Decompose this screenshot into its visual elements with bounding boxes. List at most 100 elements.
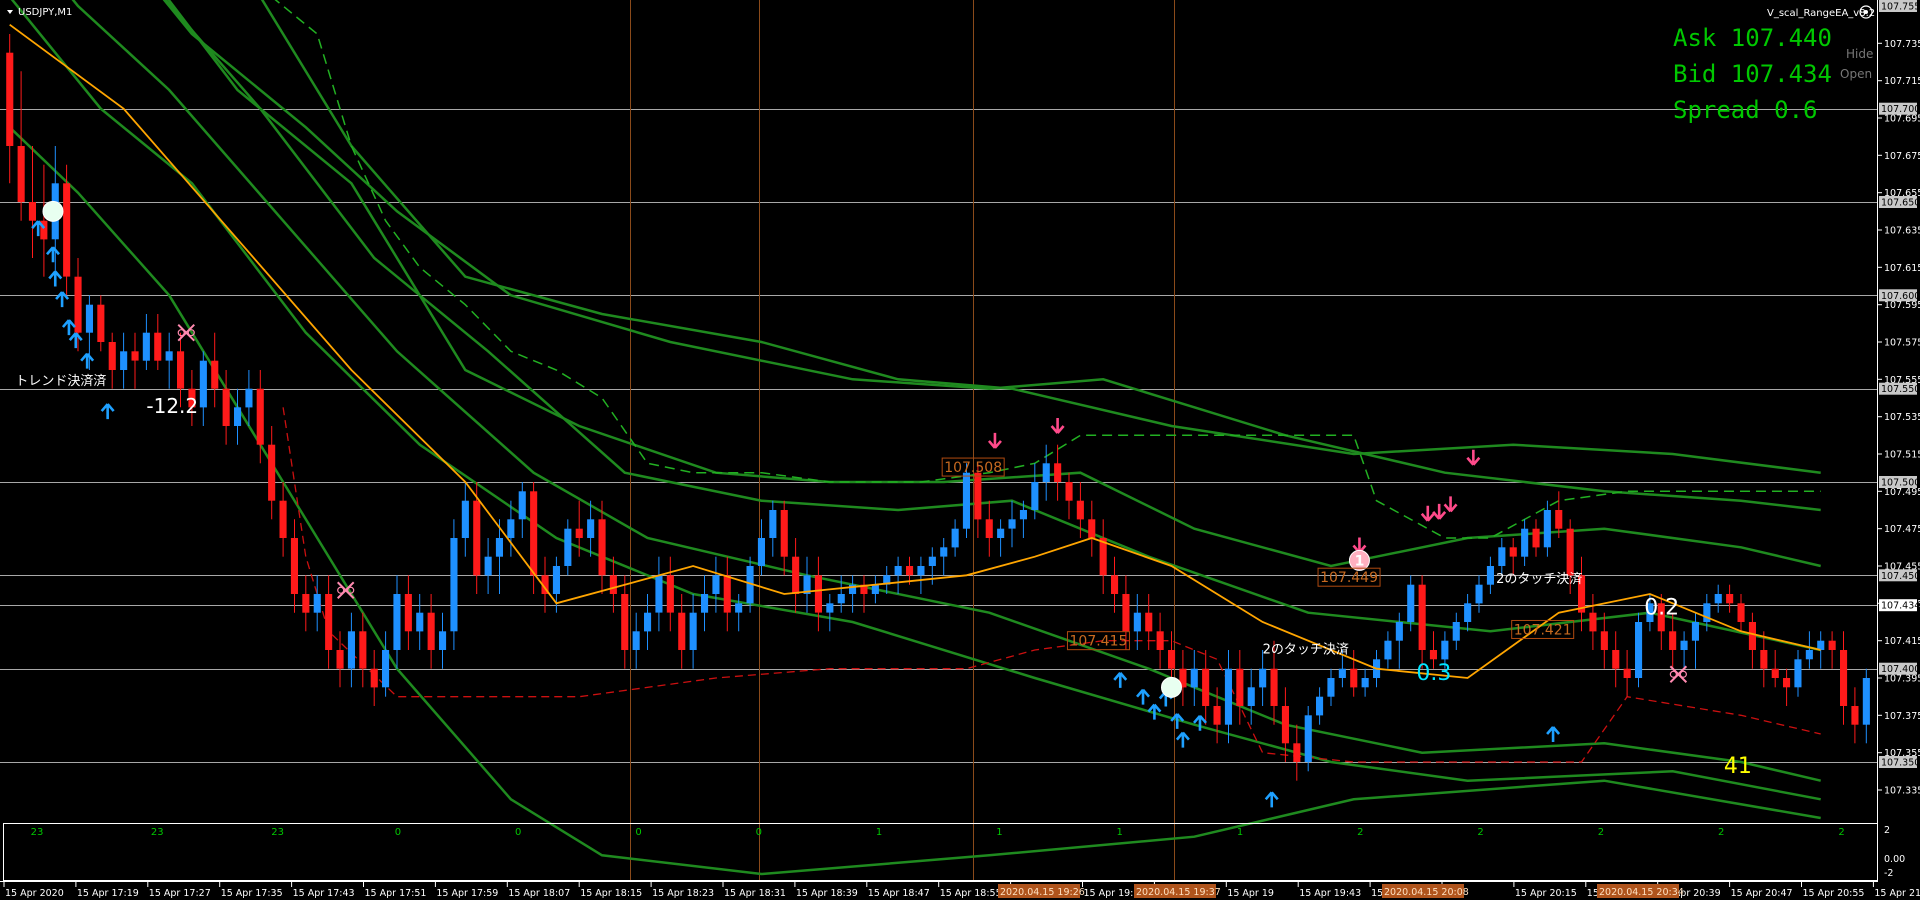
price-badge-label: 107.500: [1881, 478, 1920, 489]
sub-indicator-value: 1: [1237, 827, 1243, 838]
time-tick-label: 15 Apr 17:59: [436, 888, 498, 899]
price-badge-label: 107.434: [1881, 601, 1920, 612]
candle-body: [1213, 706, 1221, 725]
candle-body: [1498, 547, 1506, 566]
candle-body: [63, 183, 71, 277]
trade-number-icon: [42, 200, 64, 222]
candle-body: [997, 528, 1005, 538]
candle-body: [1794, 659, 1802, 688]
candle-body: [1486, 566, 1494, 585]
candle-body: [1076, 500, 1084, 520]
price-tick-label: 107.515: [1884, 450, 1920, 461]
bid-quote: Bid 107.434: [1673, 60, 1832, 88]
candle-body: [256, 388, 264, 445]
sub-indicator-value: 2: [1838, 827, 1844, 838]
candle-body: [427, 612, 435, 650]
open-tab[interactable]: Open: [1840, 67, 1872, 81]
price-level-badge: 107.755: [1879, 0, 1920, 13]
candle-body: [974, 472, 982, 520]
candle-body: [678, 612, 686, 650]
candle-body: [1407, 584, 1415, 622]
sub-indicator-value: 23: [151, 827, 164, 838]
sub-indicator-value: 0: [515, 827, 521, 838]
candle-body: [1224, 668, 1232, 725]
candle-body: [1771, 668, 1779, 678]
candle-body: [370, 668, 378, 688]
trade-circle: [42, 200, 64, 222]
trade-number: 1: [1355, 553, 1365, 569]
candle-body: [165, 351, 173, 361]
hide-tab[interactable]: Hide: [1846, 47, 1873, 61]
candle-body: [313, 594, 321, 613]
price-badge-label: 107.400: [1881, 664, 1920, 675]
candle-body: [928, 556, 936, 566]
candle-body: [28, 202, 36, 221]
candle-body: [6, 52, 14, 147]
candle-body: [1168, 650, 1176, 669]
price-level-badge: 107.350: [1879, 756, 1920, 769]
candle-body: [234, 407, 242, 426]
candle-body: [1031, 482, 1039, 510]
candle-body: [1532, 528, 1540, 548]
chart-annotation: 41: [1724, 754, 1752, 779]
candle-body: [154, 332, 162, 361]
chart-annotation: 2のタッチ決済: [1263, 642, 1349, 658]
candle-body: [1190, 668, 1198, 688]
candle-body: [177, 351, 185, 389]
candle-body: [336, 650, 344, 669]
price-tick-label: 107.335: [1884, 786, 1920, 797]
candle-body: [985, 519, 993, 538]
chart-background: [0, 0, 1920, 900]
candle-body: [1088, 519, 1096, 538]
candle-body: [222, 388, 230, 426]
candle-body: [325, 594, 333, 650]
candle-body: [1395, 622, 1403, 641]
price-chart[interactable]: 1 107.508 107.415 107.449 107.421 トレンド決済済 -12.…: [0, 0, 1920, 900]
candle-body: [666, 575, 674, 613]
sub-indicator-value: 23: [31, 827, 44, 838]
candle-body: [1065, 482, 1073, 501]
candle-body: [792, 556, 800, 594]
candle-body: [211, 360, 219, 389]
candle-body: [1760, 650, 1768, 669]
candle-body: [108, 342, 116, 370]
candle-body: [689, 612, 697, 650]
price-box: 107.421: [1511, 619, 1575, 639]
candle-body: [598, 519, 606, 576]
price-box: 107.449: [1317, 567, 1381, 587]
chart-annotation: 0.2: [1644, 596, 1679, 621]
price-tick-label: 107.715: [1884, 76, 1920, 87]
time-tick-label: 15 Apr 17:51: [365, 888, 427, 899]
sub-indicator-value: 1: [876, 827, 882, 838]
candle-body: [735, 603, 743, 613]
price-badge-label: 107.650: [1881, 198, 1920, 209]
candle-body: [1042, 463, 1050, 482]
price-level-badge: 107.434: [1879, 599, 1920, 612]
price-level-badge: 107.600: [1879, 289, 1920, 302]
candle-body: [1726, 594, 1734, 604]
candle: [1304, 706, 1312, 772]
sub-indicator-value: 2: [1598, 827, 1604, 838]
candle-body: [1054, 463, 1062, 482]
time-tick-label: 15 Apr 18:15: [580, 888, 642, 899]
candle-body: [609, 575, 617, 594]
price-tick-label: 107.635: [1884, 226, 1920, 237]
candle-body: [74, 276, 82, 333]
trade-number-icon: [1161, 676, 1182, 698]
candle-body: [518, 491, 526, 520]
time-tick-label: 15 Apr 20:15: [1515, 888, 1577, 899]
candle-body: [1281, 706, 1289, 744]
price-tick-label: 107.415: [1884, 636, 1920, 647]
candle-body: [1133, 612, 1141, 632]
candle-body: [940, 547, 948, 557]
candle-body: [1691, 622, 1699, 641]
candle-body: [1304, 715, 1312, 762]
price-level-badge: 107.550: [1879, 382, 1920, 395]
time-tick-label: 15 Apr 18:31: [724, 888, 786, 899]
sub-indicator-value: 0: [395, 827, 401, 838]
candle-body: [290, 538, 298, 594]
price-badge-label: 107.450: [1881, 571, 1920, 582]
candle-body: [837, 594, 845, 604]
time-tick-label: 15 Apr 18:39: [796, 888, 858, 899]
price-tick-label: 107.575: [1884, 338, 1920, 349]
